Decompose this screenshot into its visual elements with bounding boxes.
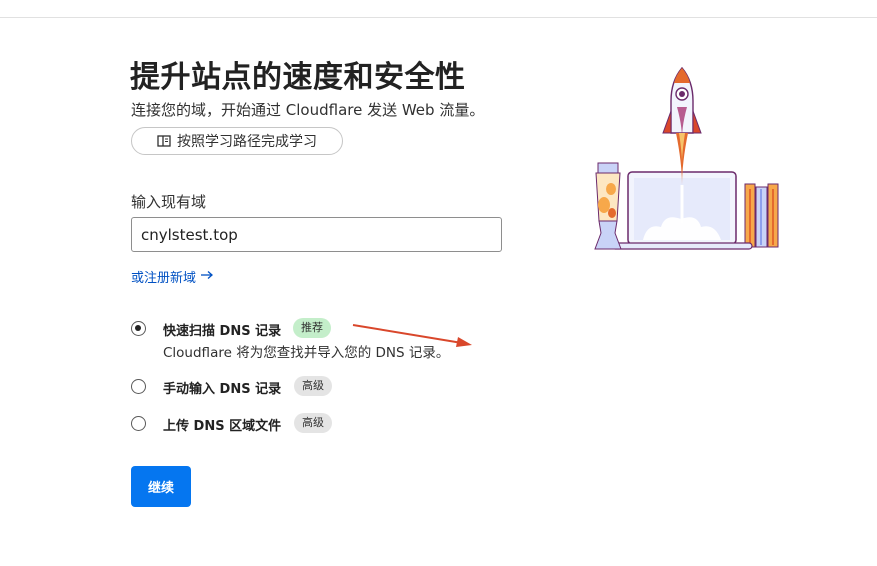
radio-upload[interactable]	[131, 416, 146, 431]
top-divider	[0, 17, 877, 18]
continue-button[interactable]: 继续	[131, 466, 191, 507]
option-label: 上传 DNS 区域文件	[163, 419, 282, 434]
learning-path-label: 按照学习路径完成学习	[177, 134, 317, 150]
radio-quick-scan[interactable]	[131, 321, 146, 336]
learning-path-button[interactable]: 按照学习路径完成学习	[131, 127, 343, 155]
rocket-launch-illustration	[594, 66, 779, 250]
advanced-badge: 高级	[294, 376, 332, 396]
page-subtitle: 连接您的域，开始通过 Cloudflare 发送 Web 流量。	[131, 101, 485, 119]
arrow-right-icon	[200, 269, 214, 284]
domain-input[interactable]	[131, 217, 502, 252]
domain-field-label: 输入现有域	[131, 193, 207, 211]
radio-manual[interactable]	[131, 379, 146, 394]
book-icon	[157, 135, 171, 147]
advanced-badge: 高级	[294, 413, 332, 433]
recommended-badge: 推荐	[293, 318, 331, 338]
option-label: 快速扫描 DNS 记录	[163, 324, 282, 339]
register-link-label: 或注册新域	[131, 271, 197, 286]
annotation-arrow-icon	[352, 324, 472, 347]
option-label: 手动输入 DNS 记录	[163, 382, 282, 397]
page-title: 提升站点的速度和安全性	[130, 60, 466, 95]
register-new-domain-link[interactable]: 或注册新域	[131, 267, 214, 286]
